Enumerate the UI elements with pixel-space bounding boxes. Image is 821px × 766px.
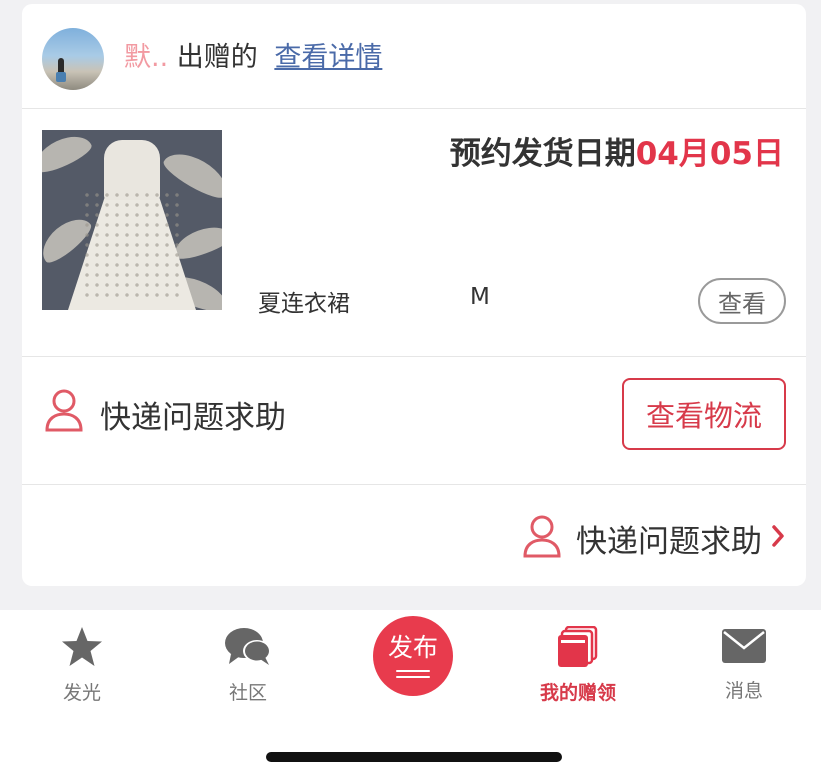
star-icon [60, 627, 104, 672]
tab-messages[interactable]: 消息 [689, 626, 799, 703]
tab-my-gifts[interactable]: 我的赠领 [523, 625, 633, 705]
publish-label: 发布 [387, 633, 438, 662]
delivery-help-link[interactable]: 快递问题求助 [522, 514, 786, 562]
tab-label: 社区 [228, 682, 267, 704]
divider [22, 108, 806, 109]
help-link-label: 快递问题求助 [576, 523, 762, 560]
ship-date: 预约发货日期04月05日 [450, 128, 784, 173]
nickname: 默.. [124, 42, 169, 73]
tab-shine[interactable]: 发光 [27, 626, 137, 705]
product-size: M [470, 284, 490, 310]
help-text: 快递问题求助 [100, 400, 286, 436]
publish-icon [396, 666, 430, 678]
product-name: 夏连衣裙 [258, 291, 350, 317]
order-header: 默.. 出赠的 查看详情 [124, 40, 382, 76]
product-image[interactable] [42, 130, 222, 310]
chevron-right-icon [770, 524, 786, 552]
view-button[interactable]: 查看 [698, 278, 786, 324]
publish-button[interactable]: 发布 [373, 616, 453, 696]
divider [22, 356, 806, 357]
view-logistics-button[interactable]: 查看物流 [622, 378, 786, 450]
tab-label: 发光 [62, 682, 101, 704]
person-icon [522, 514, 562, 562]
avatar[interactable] [42, 28, 104, 90]
envelope-icon [721, 629, 767, 670]
divider [22, 484, 806, 485]
view-details-link[interactable]: 查看详情 [274, 42, 382, 73]
cards-icon [556, 625, 600, 672]
chat-bubbles-icon [223, 628, 273, 672]
tab-bar: 发光 社区 发布 我的赠领 消息 [0, 610, 821, 766]
person-icon [44, 388, 84, 436]
order-card: 默.. 出赠的 查看详情 预约发货日期04月05日 夏连衣裙 M 查看 快递问题… [22, 4, 806, 586]
home-indicator [266, 752, 562, 762]
tab-community[interactable]: 社区 [193, 626, 303, 705]
gift-action-text: 出赠的 [176, 42, 258, 73]
tab-label: 消息 [724, 680, 763, 702]
tab-label: 我的赠领 [539, 682, 616, 704]
ship-date-value: 04月05日 [635, 136, 784, 172]
ship-date-label: 预约发货日期 [449, 136, 636, 172]
